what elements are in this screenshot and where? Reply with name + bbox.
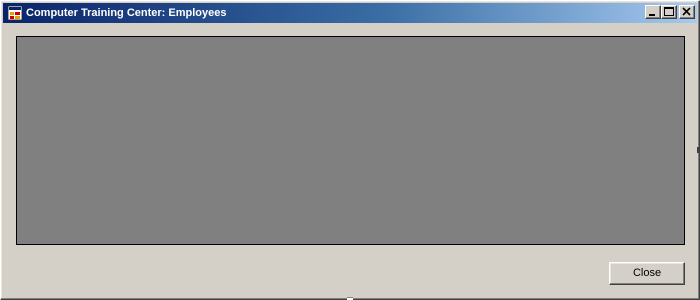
maximize-button[interactable] (661, 5, 677, 19)
close-icon (682, 7, 691, 16)
window-edge-marker (697, 147, 699, 153)
caption-buttons (645, 5, 695, 21)
minimize-button[interactable] (645, 5, 661, 19)
close-window-button[interactable] (679, 5, 695, 19)
close-button[interactable]: Close (609, 262, 685, 285)
mdi-client-area[interactable] (16, 36, 685, 245)
maximize-icon (664, 7, 674, 16)
main-window: Computer Training Center: Employees Clos… (0, 0, 700, 300)
application-icon[interactable] (7, 5, 23, 21)
minimize-icon (649, 14, 655, 16)
window-title: Computer Training Center: Employees (26, 7, 227, 19)
title-bar[interactable]: Computer Training Center: Employees (3, 3, 697, 23)
